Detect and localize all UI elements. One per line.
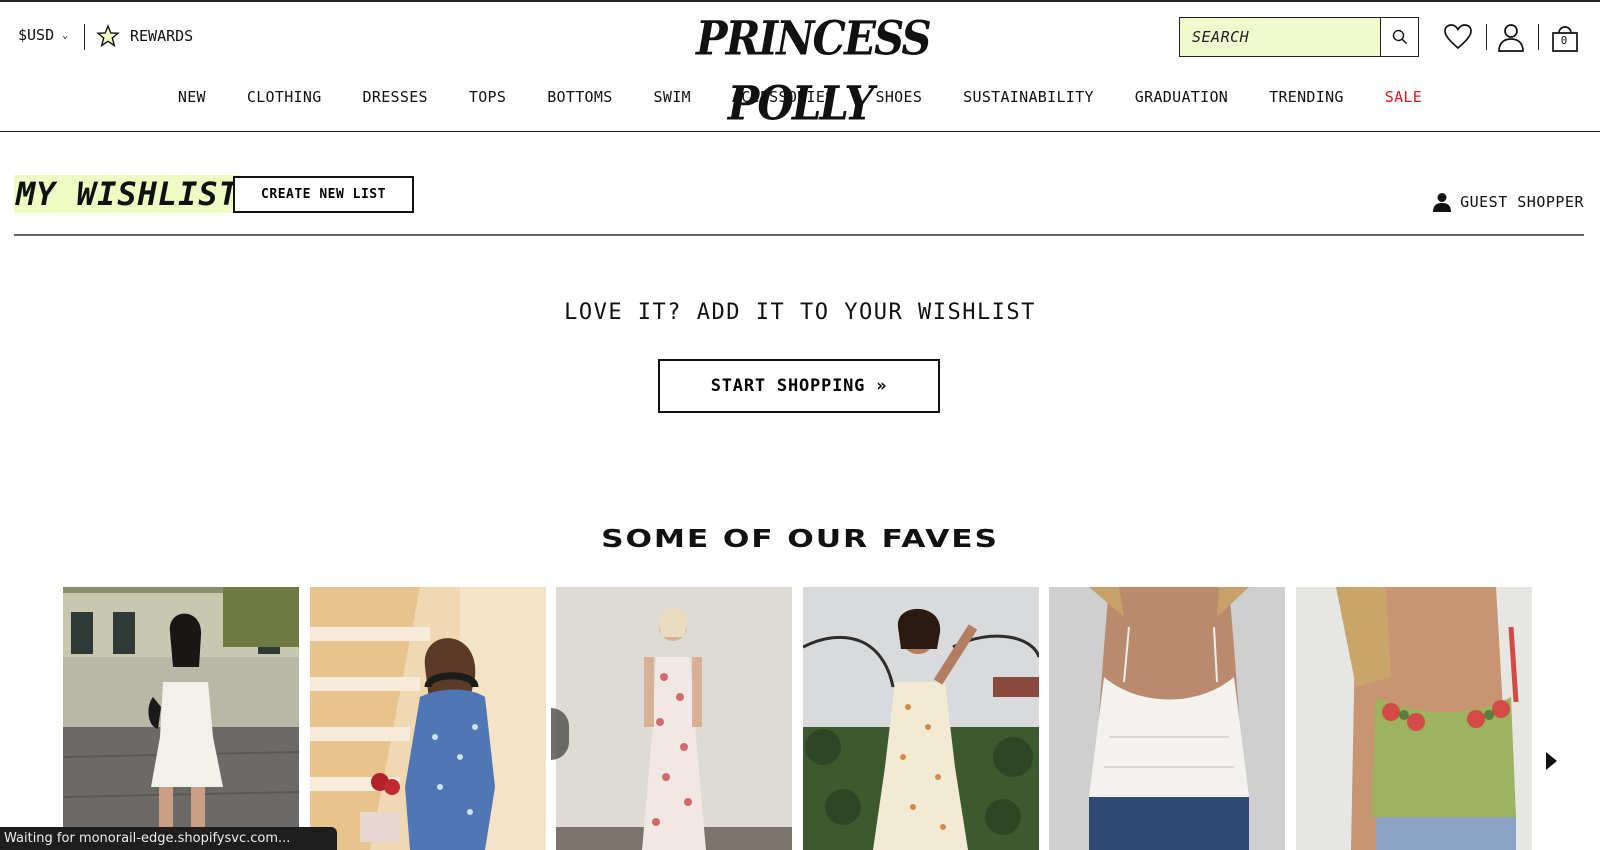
rewards-link[interactable]: REWARDS [96,24,193,48]
nav-tops[interactable]: TOPS [469,88,506,112]
faves-heading: SOME OF OUR FAVES [601,524,999,553]
search-icon [1392,29,1407,44]
nav-accessories[interactable]: ACCESSORIES [732,88,835,112]
nav-sustainability[interactable]: SUSTAINABILITY [963,88,1094,112]
cart-button[interactable]: 0 [1550,22,1580,52]
account-icon[interactable] [1496,22,1526,52]
nav-sale[interactable]: SALE [1385,88,1422,112]
divider [14,234,1584,236]
product-image-green-corset-top [1296,587,1532,850]
currency-label: $USD [18,26,55,44]
search-button[interactable] [1381,18,1418,56]
heart-icon[interactable] [1443,22,1473,52]
product-image-floral-maxi-dress [556,587,792,850]
start-shopping-button[interactable]: START SHOPPING » [658,359,940,413]
nav-bottoms[interactable]: BOTTOMS [547,88,612,112]
rewards-label: REWARDS [130,27,194,45]
product-card[interactable] [1296,587,1532,850]
nav-swim[interactable]: SWIM [654,88,691,112]
product-image-white-mini-dress [63,587,299,850]
site-header: $USD ⌄ REWARDS PRINCESS POLLY 0 [0,0,1600,132]
nav-new[interactable]: NEW [178,88,206,112]
product-image-blue-floral-dress [310,587,546,850]
currency-selector[interactable]: $USD ⌄ [18,26,68,44]
nav-dresses[interactable]: DRESSES [363,88,428,112]
nav-trending[interactable]: TRENDING [1269,88,1344,112]
brand-logo[interactable]: PRINCESS POLLY [696,7,932,131]
carousel-next-button[interactable] [1546,752,1557,770]
product-card[interactable] [803,587,1039,850]
nav-graduation[interactable]: GRADUATION [1135,88,1228,112]
search-input[interactable] [1180,18,1381,56]
empty-wishlist-message: LOVE IT? ADD IT TO YOUR WISHLIST [564,300,1036,325]
divider [1486,24,1487,50]
product-image-white-cami [1049,587,1285,850]
product-card[interactable] [1049,587,1285,850]
product-image-cream-floral-dress [803,587,1039,850]
search-bar [1179,17,1419,57]
nav-clothing[interactable]: CLOTHING [247,88,322,112]
product-card[interactable] [556,587,792,850]
star-icon [96,24,120,48]
nav-shoes[interactable]: SHOES [876,88,923,112]
divider [1538,24,1539,50]
main-nav: NEW CLOTHING DRESSES TOPS BOTTOMS SWIM A… [0,88,1600,112]
product-card[interactable] [310,587,546,850]
logo-text: PRINCESS POLLY [696,11,932,131]
product-card[interactable] [63,587,299,850]
create-new-list-button[interactable]: CREATE NEW LIST [233,176,414,213]
guest-label: GUEST SHOPPER [1460,193,1584,211]
browser-status-bar: Waiting for monorail-edge.shopifysvc.com… [0,827,337,850]
chevron-down-icon: ⌄ [62,29,69,41]
page-title: MY WISHLIST [14,175,241,213]
divider [84,24,85,50]
cart-count: 0 [1560,34,1568,47]
guest-shopper[interactable]: GUEST SHOPPER [1432,192,1584,212]
user-icon [1433,193,1452,212]
